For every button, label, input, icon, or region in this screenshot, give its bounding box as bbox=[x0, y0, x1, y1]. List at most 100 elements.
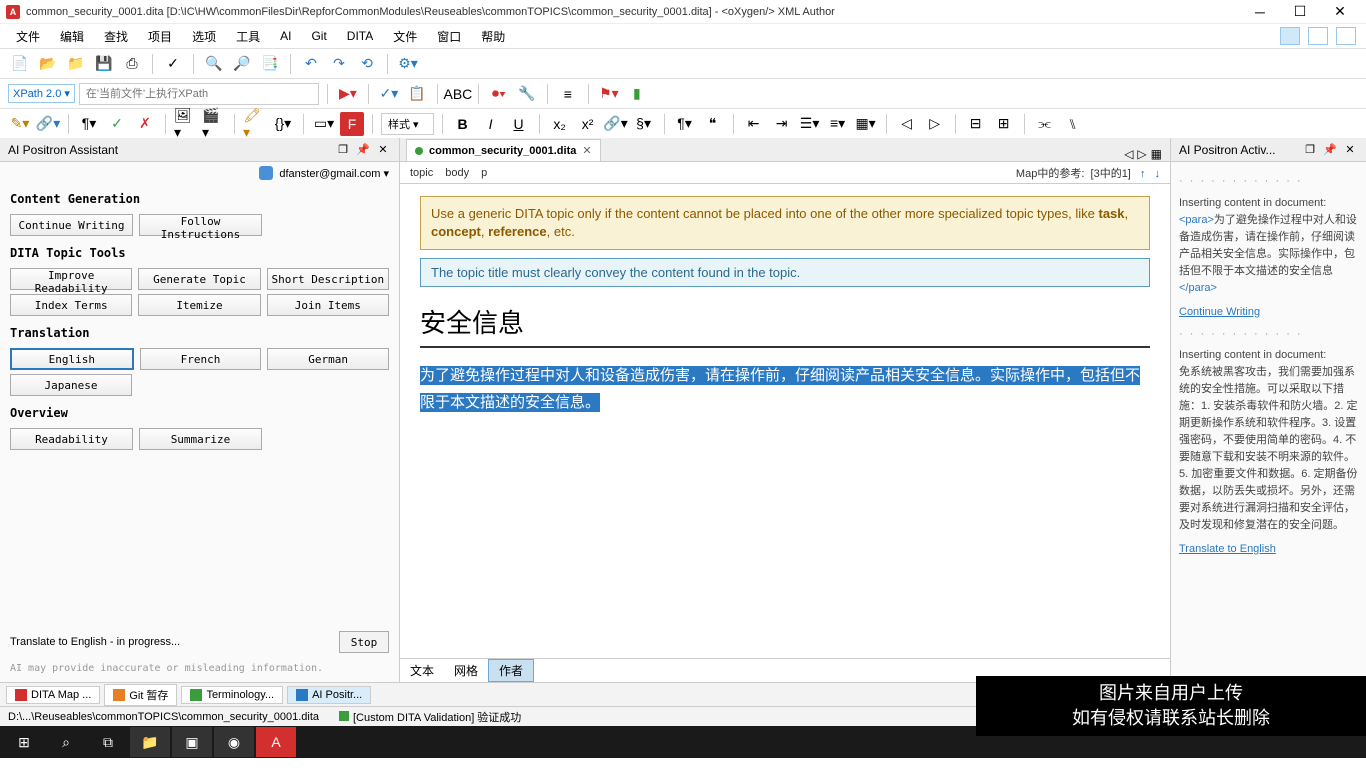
wrench-icon[interactable]: 🔧 bbox=[515, 82, 539, 106]
link-icon[interactable]: 🔗▾ bbox=[36, 112, 60, 136]
split-icon[interactable]: ⑊ bbox=[1061, 112, 1085, 136]
search-files-icon[interactable]: 📑 bbox=[258, 52, 282, 76]
join-items-button[interactable]: Join Items bbox=[267, 294, 389, 316]
generate-topic-button[interactable]: Generate Topic bbox=[138, 268, 260, 290]
tab-list-icon[interactable]: ▦ bbox=[1151, 147, 1162, 161]
tab-dita-map[interactable]: DITA Map ... bbox=[6, 686, 100, 704]
quote-icon[interactable]: ❝ bbox=[701, 112, 725, 136]
link2-icon[interactable]: 🔗▾ bbox=[604, 112, 628, 136]
record-icon[interactable]: ⏺▾ bbox=[487, 82, 511, 106]
document-paragraph[interactable]: 为了避免操作过程中对人和设备造成伤害，请在操作前，仔细阅读产品相关安全信息。实际… bbox=[420, 362, 1150, 416]
save-icon[interactable]: 💾 bbox=[92, 52, 116, 76]
panel-close-icon[interactable]: ✕ bbox=[375, 142, 391, 158]
panel-restore-icon[interactable]: ❐ bbox=[335, 142, 351, 158]
list-ol-icon[interactable]: ≡▾ bbox=[826, 112, 850, 136]
tab-next-icon[interactable]: ▷ bbox=[1137, 147, 1146, 161]
translate-german-button[interactable]: German bbox=[267, 348, 389, 370]
chrome-icon[interactable]: ◉ bbox=[214, 727, 254, 757]
align-icon[interactable]: ≡ bbox=[556, 82, 580, 106]
search-icon[interactable]: 🔍 bbox=[202, 52, 226, 76]
indent-left-icon[interactable]: ⇤ bbox=[742, 112, 766, 136]
mode-text[interactable]: 文本 bbox=[400, 660, 444, 681]
crumb-p[interactable]: p bbox=[481, 167, 487, 179]
menu-file[interactable]: 文件 bbox=[8, 26, 48, 47]
map-prev-icon[interactable]: ↑ bbox=[1140, 168, 1146, 180]
index-terms-button[interactable]: Index Terms bbox=[10, 294, 132, 316]
undo-icon[interactable]: ↶ bbox=[299, 52, 323, 76]
table-icon[interactable]: ▦▾ bbox=[854, 112, 878, 136]
frame-icon[interactable]: ▭▾ bbox=[312, 112, 336, 136]
right-close-icon[interactable]: ✕ bbox=[1342, 142, 1358, 158]
media-icon[interactable]: 🎬▾ bbox=[202, 112, 226, 136]
menu-help[interactable]: 帮助 bbox=[473, 26, 513, 47]
xpath-version-select[interactable]: XPath 2.0 ▾ bbox=[8, 84, 75, 103]
find-replace-icon[interactable]: 🔎 bbox=[230, 52, 254, 76]
pilcrow-icon[interactable]: ¶▾ bbox=[673, 112, 697, 136]
run-xslt-icon[interactable]: ▶▾ bbox=[336, 82, 360, 106]
dita-view-icon[interactable] bbox=[1308, 27, 1328, 45]
superscript-icon[interactable]: x² bbox=[576, 112, 600, 136]
indent-right-icon[interactable]: ⇥ bbox=[770, 112, 794, 136]
section-icon[interactable]: §▾ bbox=[632, 112, 656, 136]
translate-english-button[interactable]: English bbox=[10, 348, 134, 370]
menu-git[interactable]: Git bbox=[303, 27, 334, 45]
map-next-icon[interactable]: ↓ bbox=[1155, 168, 1161, 180]
validate-schema-icon[interactable]: 📋 bbox=[405, 82, 429, 106]
para-icon[interactable]: ¶▾ bbox=[77, 112, 101, 136]
file-explorer-icon[interactable]: 📁 bbox=[130, 727, 170, 757]
menu-window[interactable]: 窗口 bbox=[429, 26, 469, 47]
image-icon[interactable]: 🖼▾ bbox=[174, 112, 198, 136]
edit-icon[interactable]: ✎▾ bbox=[8, 112, 32, 136]
grid-view-icon[interactable] bbox=[1336, 27, 1356, 45]
menu-find[interactable]: 查找 bbox=[96, 26, 136, 47]
list-ul-icon[interactable]: ☰▾ bbox=[798, 112, 822, 136]
editor-body[interactable]: Use a generic DITA topic only if the con… bbox=[400, 184, 1170, 658]
print-icon[interactable]: ⎙ bbox=[120, 52, 144, 76]
collapse-icon[interactable]: ⊟ bbox=[964, 112, 988, 136]
document-title[interactable]: 安全信息 bbox=[420, 297, 1150, 348]
tab-prev-icon[interactable]: ◁ bbox=[1124, 147, 1133, 161]
bold-icon[interactable]: B bbox=[451, 112, 475, 136]
start-button[interactable]: ⊞ bbox=[4, 727, 44, 757]
accept-icon[interactable]: ✓ bbox=[105, 112, 129, 136]
tab-terminology[interactable]: Terminology... bbox=[181, 686, 283, 704]
mode-grid[interactable]: 网格 bbox=[444, 660, 488, 681]
code-icon[interactable]: {}▾ bbox=[271, 112, 295, 136]
panel-pin-icon[interactable]: 📌 bbox=[355, 142, 371, 158]
subscript-icon[interactable]: x₂ bbox=[548, 112, 572, 136]
xpath-input[interactable] bbox=[79, 83, 319, 105]
open-url-icon[interactable]: 📁 bbox=[64, 52, 88, 76]
new-file-icon[interactable]: 📄 bbox=[8, 52, 32, 76]
improve-readability-button[interactable]: Improve Readability bbox=[10, 268, 132, 290]
translate-french-button[interactable]: French bbox=[140, 348, 262, 370]
spellcheck-icon[interactable]: ABC bbox=[446, 82, 470, 106]
validate-icon[interactable]: ✓ bbox=[161, 52, 185, 76]
transform-icon[interactable]: ⚙▾ bbox=[396, 52, 420, 76]
marker-icon[interactable]: ▮ bbox=[625, 82, 649, 106]
right-restore-icon[interactable]: ❐ bbox=[1302, 142, 1318, 158]
history-icon[interactable]: ⟲ bbox=[355, 52, 379, 76]
flag-icon[interactable]: ⚑▾ bbox=[597, 82, 621, 106]
follow-instructions-button[interactable]: Follow Instructions bbox=[139, 214, 262, 236]
continue-writing-link[interactable]: Continue Writing bbox=[1179, 305, 1358, 321]
menu-project[interactable]: 项目 bbox=[140, 26, 180, 47]
indent-icon[interactable]: ▷ bbox=[923, 112, 947, 136]
menu-file2[interactable]: 文件 bbox=[385, 26, 425, 47]
menu-options[interactable]: 选项 bbox=[184, 26, 224, 47]
expand-icon[interactable]: ⊞ bbox=[992, 112, 1016, 136]
tab-ai-positron[interactable]: AI Positr... bbox=[287, 686, 371, 704]
stop-button[interactable]: Stop bbox=[339, 631, 389, 653]
menu-edit[interactable]: 编辑 bbox=[52, 26, 92, 47]
style-select[interactable]: 样式 ▾ bbox=[381, 113, 434, 135]
menu-dita[interactable]: DITA bbox=[339, 27, 381, 45]
bold-frame-icon[interactable]: F bbox=[340, 112, 364, 136]
underline-icon[interactable]: U bbox=[507, 112, 531, 136]
terminal-icon[interactable]: ▣ bbox=[172, 727, 212, 757]
user-account-row[interactable]: dfanster@gmail.com ▾ bbox=[0, 162, 399, 184]
italic-icon[interactable]: I bbox=[479, 112, 503, 136]
outdent-icon[interactable]: ◁ bbox=[895, 112, 919, 136]
redo-icon[interactable]: ↷ bbox=[327, 52, 351, 76]
oxygen-app-icon[interactable]: A bbox=[256, 727, 296, 757]
right-pin-icon[interactable]: 📌 bbox=[1322, 142, 1338, 158]
itemize-button[interactable]: Itemize bbox=[138, 294, 260, 316]
